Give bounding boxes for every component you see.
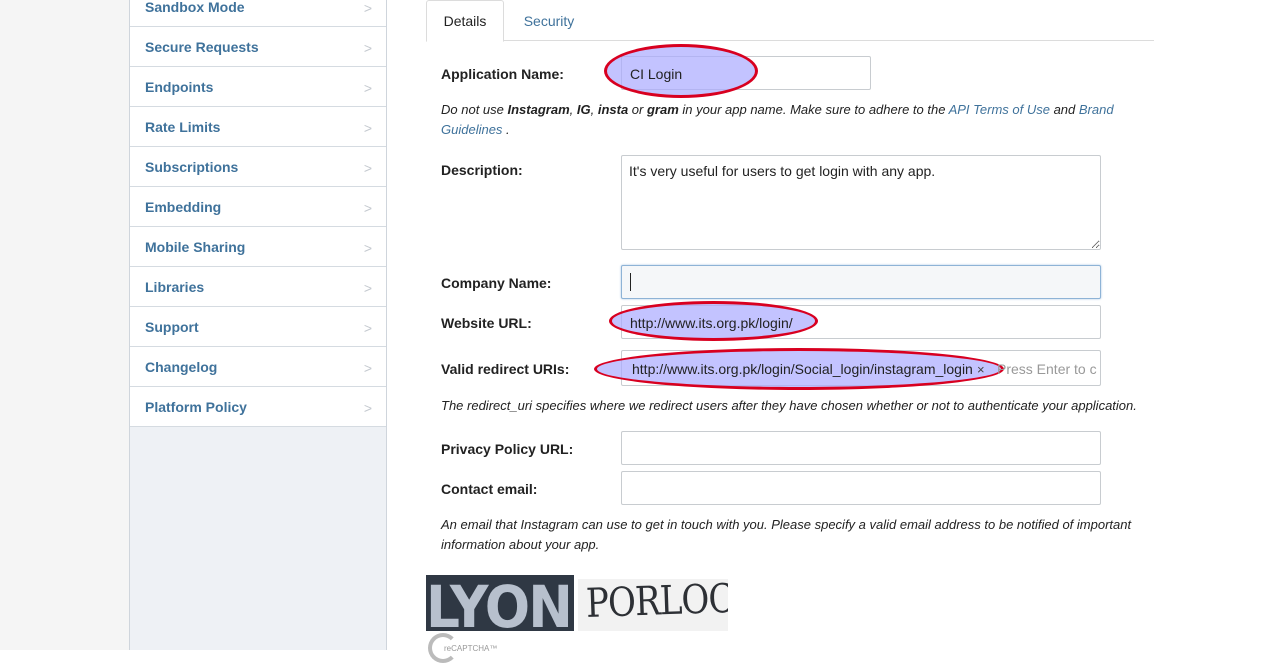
- sidebar-item-label: Libraries: [145, 278, 205, 295]
- sidebar-item-label: Embedding: [145, 198, 222, 215]
- help-bold: gram: [646, 102, 679, 117]
- contact-email-label: Contact email:: [441, 481, 538, 497]
- privacy-policy-input[interactable]: [621, 431, 1101, 465]
- sidebar-item-secure-requests[interactable]: Secure Requests >: [130, 27, 386, 67]
- sidebar-item-label: Rate Limits: [145, 118, 221, 135]
- sidebar-item-label: Support: [145, 318, 199, 335]
- company-name-label: Company Name:: [441, 275, 552, 291]
- help-text: .: [502, 122, 510, 137]
- api-terms-link[interactable]: API Terms of Use: [949, 102, 1050, 117]
- contact-email-help: An email that Instagram can use to get i…: [441, 517, 1132, 552]
- company-name-input[interactable]: [621, 265, 1101, 299]
- captcha-word-1: LYON: [426, 575, 573, 631]
- privacy-policy-label: Privacy Policy URL:: [441, 441, 574, 457]
- sidebar-item-label: Secure Requests: [145, 38, 259, 55]
- redirect-uris-placeholder: Press Enter to c: [997, 361, 1097, 377]
- captcha-image-2: PORLOCK: [578, 579, 728, 631]
- tab-details[interactable]: Details: [426, 0, 504, 42]
- chevron-right-icon: >: [363, 160, 372, 176]
- chevron-right-icon: >: [363, 80, 372, 96]
- app-name-value: CI Login: [630, 66, 683, 82]
- sidebar-item-subscriptions[interactable]: Subscriptions >: [130, 147, 386, 187]
- description-textarea[interactable]: It's very useful for users to get login …: [621, 155, 1101, 250]
- sidebar-item-label: Endpoints: [145, 78, 214, 95]
- help-bold: IG: [576, 102, 591, 117]
- chevron-right-icon: >: [363, 320, 372, 336]
- chevron-right-icon: >: [363, 400, 372, 416]
- chevron-right-icon: >: [363, 40, 372, 56]
- help-text: Do not use: [441, 102, 508, 117]
- help-bold: Instagram: [507, 102, 570, 117]
- sidebar-item-label: Changelog: [145, 358, 218, 375]
- chevron-right-icon: >: [363, 120, 372, 136]
- sidebar-item-label: Mobile Sharing: [145, 238, 246, 255]
- redirect-uris-help: The redirect_uri specifies where we redi…: [441, 398, 1137, 413]
- help-text: or: [628, 102, 647, 117]
- chevron-right-icon: >: [363, 0, 372, 16]
- sidebar-item-endpoints[interactable]: Endpoints >: [130, 67, 386, 107]
- help-text: in your app name. Make sure to adhere to…: [678, 102, 949, 117]
- help-text: ,: [590, 102, 598, 117]
- app-name-help: Do not use Instagram, IG, insta or gram …: [441, 100, 1141, 140]
- tag-remove-icon[interactable]: ×: [977, 362, 985, 377]
- sidebar-item-label: Sandbox Mode: [145, 0, 245, 15]
- sidebar-item-libraries[interactable]: Libraries >: [130, 267, 386, 307]
- captcha-word-2: PORLOCK: [585, 579, 728, 627]
- chevron-right-icon: >: [363, 200, 372, 216]
- sidebar-item-label: Platform Policy: [145, 398, 247, 415]
- help-bold: insta: [597, 102, 629, 117]
- tab-security[interactable]: Security: [504, 0, 594, 41]
- sidebar-item-platform-policy[interactable]: Platform Policy >: [130, 387, 386, 427]
- website-url-label: Website URL:: [441, 315, 532, 331]
- sidebar-item-embedding[interactable]: Embedding >: [130, 187, 386, 227]
- help-text: ,: [569, 102, 577, 117]
- sidebar-list: Sandbox Mode > Secure Requests > Endpoints…: [130, 0, 386, 427]
- sidebar-nav: Sandbox Mode > Secure Requests > Endpoints…: [129, 0, 387, 650]
- text-caret: [630, 273, 631, 291]
- sidebar-item-mobile-sharing[interactable]: Mobile Sharing >: [130, 227, 386, 267]
- redirect-uris-label: Valid redirect URIs:: [441, 361, 570, 377]
- app-name-label: Application Name:: [441, 66, 564, 82]
- chevron-right-icon: >: [363, 240, 372, 256]
- website-url-value: http://www.its.org.pk/login/: [630, 315, 793, 331]
- sidebar-item-changelog[interactable]: Changelog >: [130, 347, 386, 387]
- redirect-uri-tag: http://www.its.org.pk/login/Social_login…: [632, 361, 973, 377]
- tab-bar: Details Security: [426, 0, 1154, 42]
- contact-email-input[interactable]: [621, 471, 1101, 505]
- captcha-image-1: LYON: [426, 575, 574, 631]
- page-background-left: [0, 0, 130, 650]
- sidebar-item-sandbox-mode[interactable]: Sandbox Mode >: [130, 0, 386, 27]
- chevron-right-icon: >: [363, 360, 372, 376]
- recaptcha-brand: reCAPTCHA™: [444, 644, 498, 653]
- help-text: and: [1049, 102, 1079, 117]
- app-details-panel: Details Security Application Name: CI Lo…: [426, 0, 1154, 663]
- sidebar-item-rate-limits[interactable]: Rate Limits >: [130, 107, 386, 147]
- sidebar-item-label: Subscriptions: [145, 158, 239, 175]
- sidebar-item-support[interactable]: Support >: [130, 307, 386, 347]
- chevron-right-icon: >: [363, 280, 372, 296]
- description-label: Description:: [441, 162, 523, 178]
